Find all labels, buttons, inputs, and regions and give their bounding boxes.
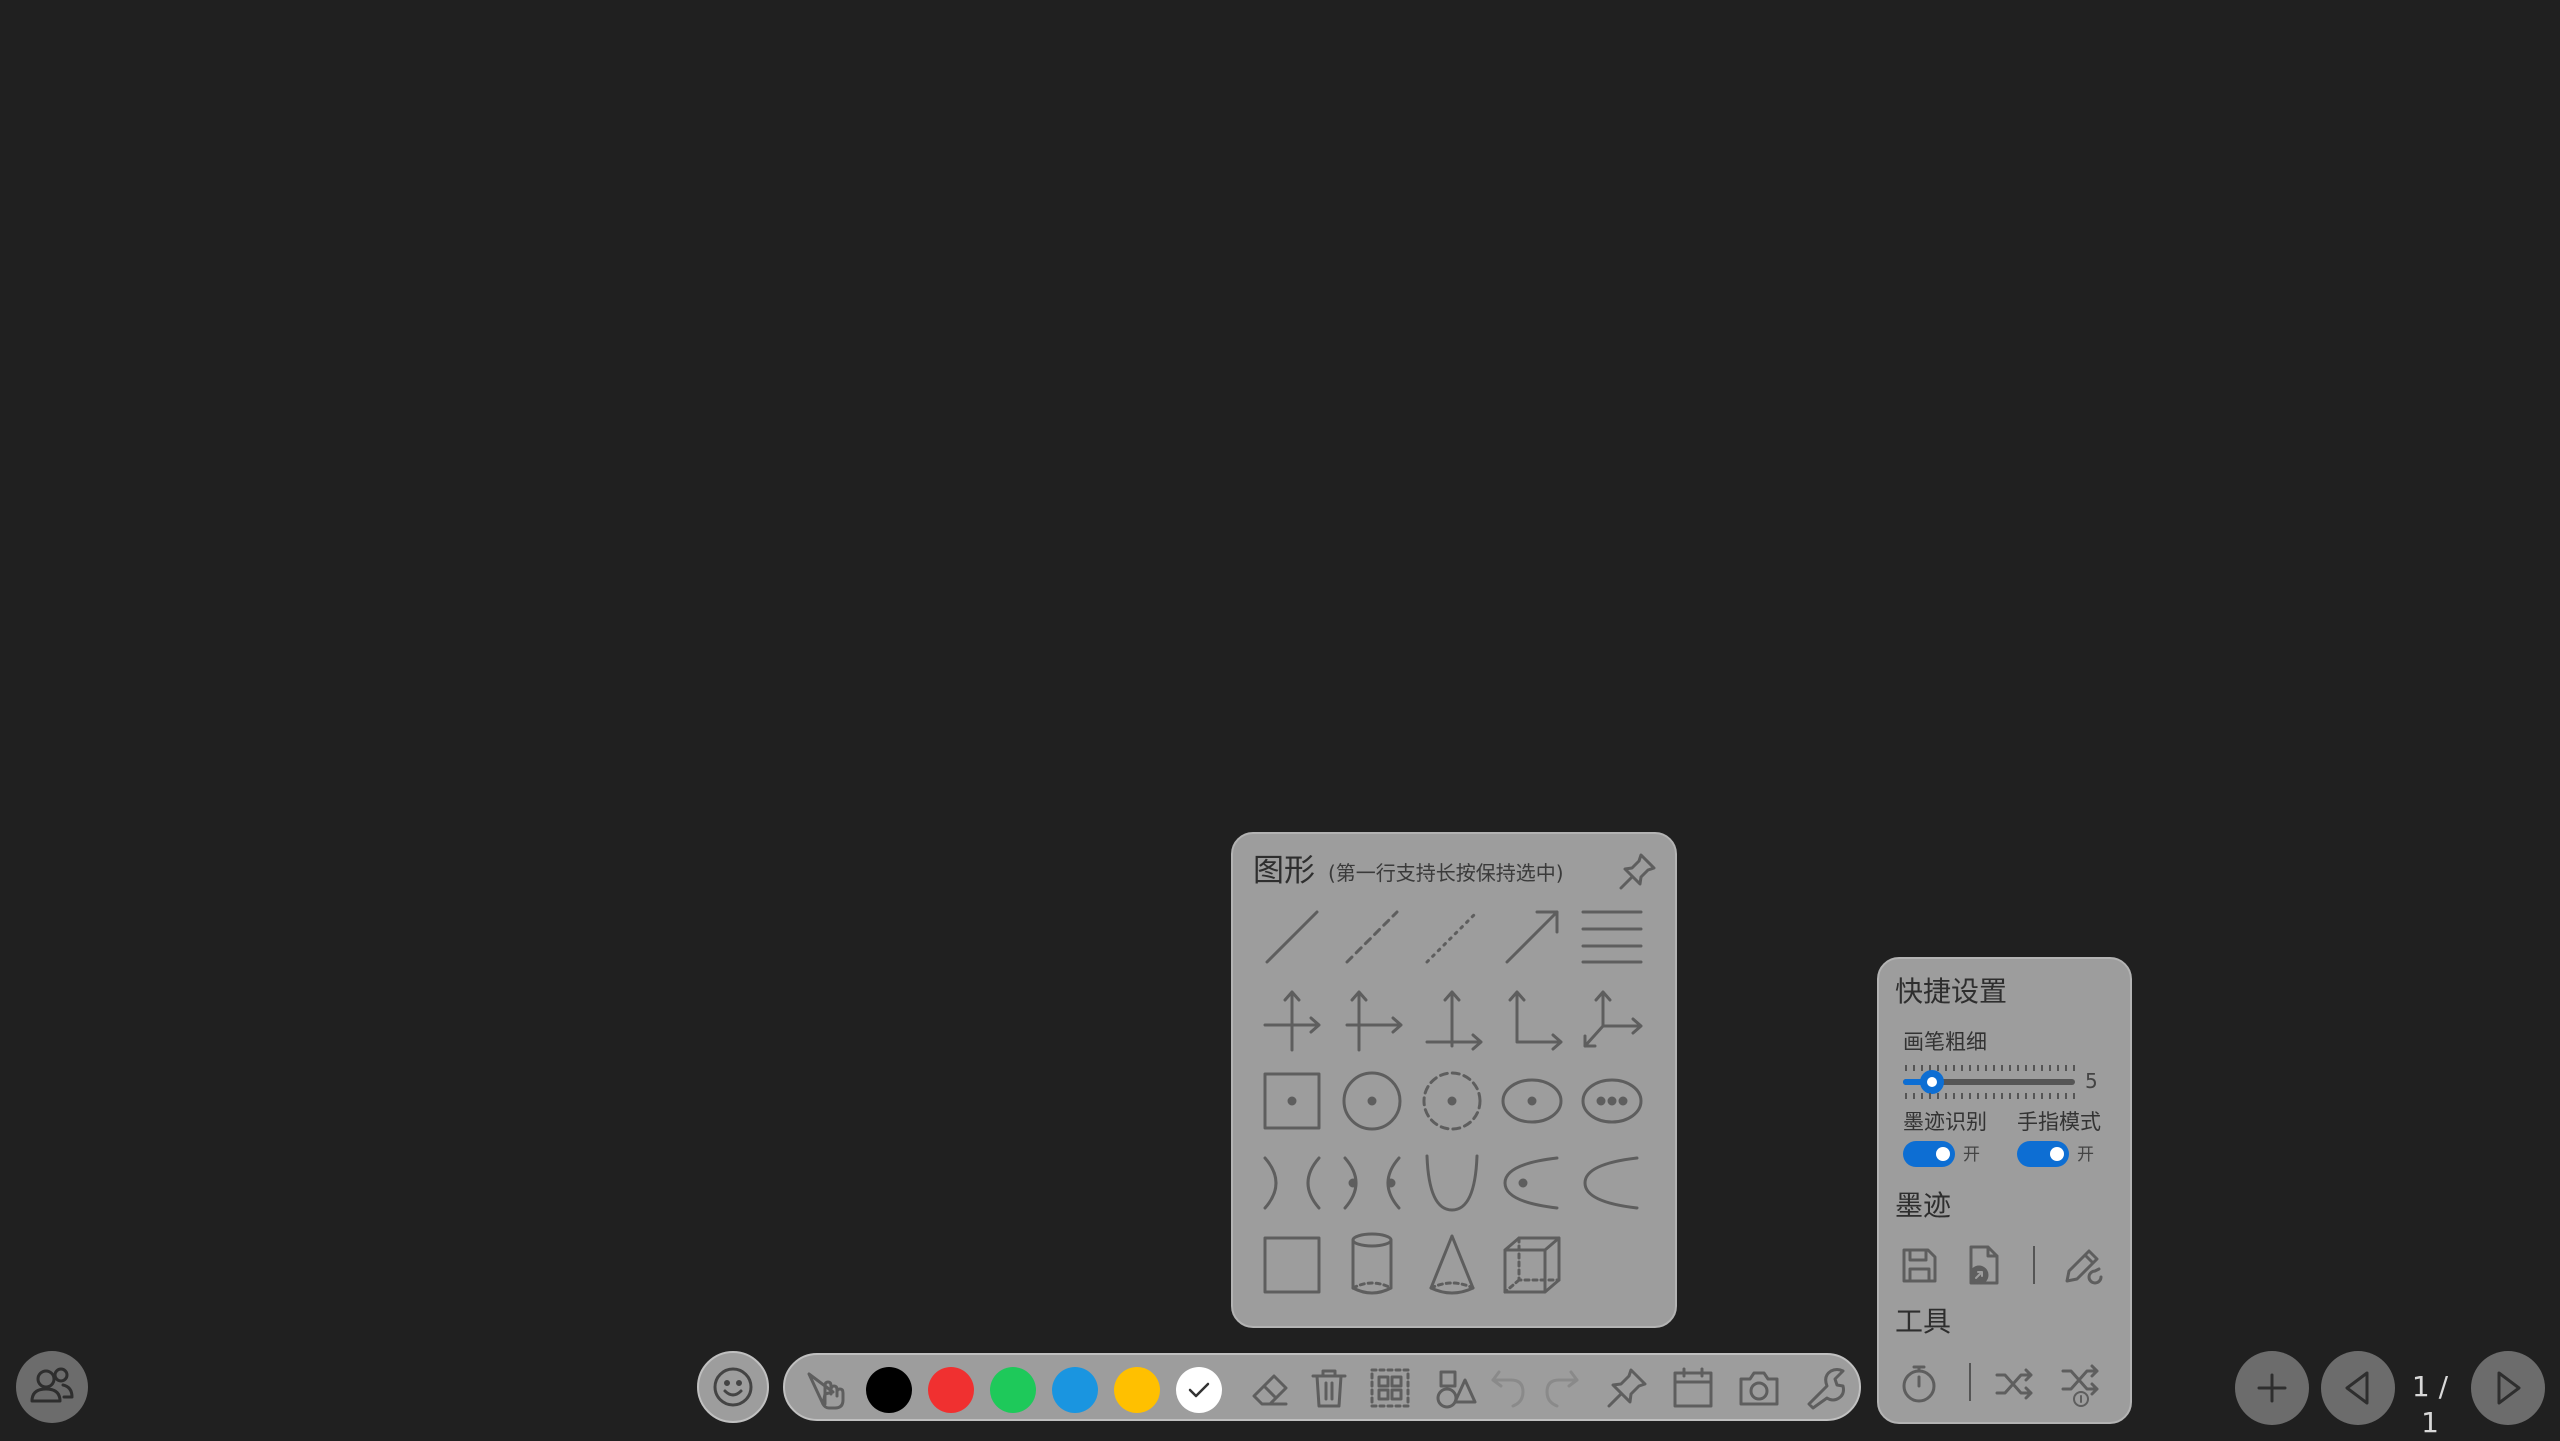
pin-toolbar-icon[interactable]: [1603, 1364, 1651, 1412]
color-red-swatch[interactable]: [928, 1367, 974, 1413]
hyperbola-icon[interactable]: [1253, 1144, 1331, 1222]
finger-mode-label: 手指模式: [2017, 1110, 2101, 1134]
select-hand-icon[interactable]: [803, 1364, 851, 1412]
color-green-swatch[interactable]: [990, 1367, 1036, 1413]
finger-mode-state: 开: [2077, 1145, 2094, 1165]
dotted-line-icon[interactable]: [1413, 898, 1491, 976]
ellipse-foci-icon[interactable]: [1573, 1062, 1651, 1140]
color-blue-swatch[interactable]: [1052, 1367, 1098, 1413]
shapes-panel-hint: (第一行支持长按保持选中): [1328, 861, 1564, 885]
main-toolbar: [783, 1353, 1861, 1421]
trash-icon[interactable]: [1305, 1364, 1353, 1412]
tools-section-title: 工具: [1895, 1305, 1952, 1338]
axis-y-up-icon[interactable]: [1413, 980, 1491, 1058]
pen-thickness-label: 画笔粗细: [1903, 1030, 1987, 1054]
pin-icon[interactable]: [1615, 850, 1659, 894]
slider-ticks-bottom: [1905, 1093, 2075, 1099]
shuffle-once-icon[interactable]: [2057, 1359, 2105, 1407]
wrench-icon[interactable]: [1801, 1364, 1849, 1412]
shapes-icon[interactable]: [1431, 1364, 1479, 1412]
finger-mode-toggle[interactable]: [2017, 1141, 2069, 1167]
ink-recognition-toggle[interactable]: [1903, 1141, 1955, 1167]
parabola-up-icon[interactable]: [1413, 1144, 1491, 1222]
save-ink-icon[interactable]: [1895, 1241, 1943, 1289]
redo-icon[interactable]: [1537, 1364, 1585, 1412]
parabola-left-focus-icon[interactable]: [1493, 1144, 1571, 1222]
square-center-icon[interactable]: [1253, 1062, 1331, 1140]
quick-settings-panel: 快捷设置 画笔粗细 5 墨迹识别 开 手指模式 开 墨迹 工具: [1877, 957, 2132, 1424]
shapes-panel: 图形 (第一行支持长按保持选中): [1231, 832, 1677, 1328]
cone-icon[interactable]: [1413, 1226, 1491, 1304]
axis-first-quadrant-icon[interactable]: [1493, 980, 1571, 1058]
pen-thickness-slider[interactable]: [1903, 1070, 2075, 1094]
ellipse-center-icon[interactable]: [1493, 1062, 1571, 1140]
export-ink-icon[interactable]: [1959, 1241, 2007, 1289]
triangle-left-icon: [2345, 1371, 2369, 1405]
arrow-line-icon[interactable]: [1493, 898, 1571, 976]
pen-thickness-value: 5: [2085, 1069, 2098, 1093]
circle-center-icon[interactable]: [1333, 1062, 1411, 1140]
calendar-icon[interactable]: [1669, 1364, 1717, 1412]
timer-icon[interactable]: [1895, 1359, 1943, 1407]
camera-icon[interactable]: [1735, 1364, 1783, 1412]
plus-icon: [2257, 1373, 2287, 1403]
axis-2d-offset-icon[interactable]: [1333, 980, 1411, 1058]
shuffle-icon[interactable]: [1991, 1359, 2039, 1407]
dashed-line-icon[interactable]: [1333, 898, 1411, 976]
check-icon: [1188, 1382, 1210, 1398]
add-page-button[interactable]: [2235, 1351, 2309, 1425]
pen-thickness-thumb[interactable]: [1920, 1070, 1944, 1094]
rectangle-icon[interactable]: [1253, 1226, 1331, 1304]
ink-section-title: 墨迹: [1895, 1189, 1952, 1222]
eraser-icon[interactable]: [1246, 1364, 1294, 1412]
edit-ink-icon[interactable]: [2057, 1241, 2105, 1289]
shapes-panel-title: 图形: [1253, 853, 1315, 889]
cube-icon[interactable]: [1493, 1226, 1571, 1304]
dashed-circle-center-icon[interactable]: [1413, 1062, 1491, 1140]
tools-divider: [1969, 1363, 1971, 1401]
color-black-swatch[interactable]: [866, 1367, 912, 1413]
previous-page-button[interactable]: [2321, 1351, 2395, 1425]
ink-recognition-state: 开: [1963, 1145, 1980, 1165]
page-indicator: 1 / 1: [2411, 1370, 2449, 1439]
axis-3d-icon[interactable]: [1573, 980, 1651, 1058]
parallel-lines-icon[interactable]: [1573, 898, 1651, 976]
color-white-swatch[interactable]: [1176, 1367, 1222, 1413]
next-page-button[interactable]: [2471, 1351, 2545, 1425]
quick-settings-title: 快捷设置: [1895, 975, 2008, 1008]
users-button[interactable]: [16, 1351, 88, 1423]
triangle-right-icon: [2497, 1371, 2521, 1405]
axis-2d-icon[interactable]: [1253, 980, 1331, 1058]
emoji-button[interactable]: [697, 1351, 769, 1423]
parabola-left-icon[interactable]: [1573, 1144, 1651, 1222]
line-icon[interactable]: [1253, 898, 1331, 976]
color-yellow-swatch[interactable]: [1114, 1367, 1160, 1413]
hyperbola-foci-icon[interactable]: [1333, 1144, 1411, 1222]
ink-recognition-label: 墨迹识别: [1903, 1110, 1987, 1134]
ink-divider: [2033, 1246, 2035, 1284]
multi-select-icon[interactable]: [1366, 1364, 1414, 1412]
undo-icon[interactable]: [1485, 1364, 1533, 1412]
cylinder-icon[interactable]: [1333, 1226, 1411, 1304]
